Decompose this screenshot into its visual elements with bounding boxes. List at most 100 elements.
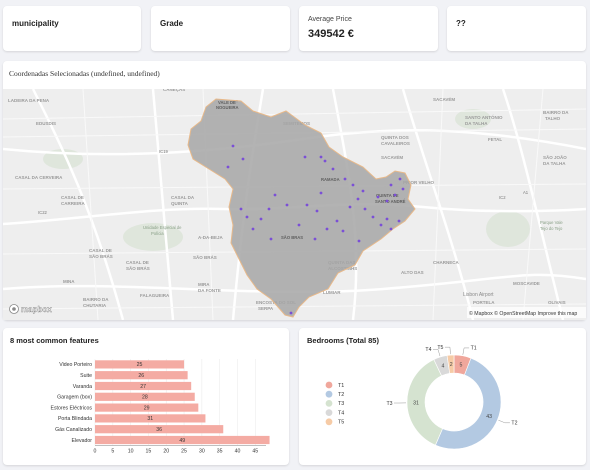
kpi-unknown-card: ?? xyxy=(447,6,586,51)
map-title: Coordenadas Selecionadas (undefined, und… xyxy=(9,69,160,78)
slice-category-label: T4 xyxy=(425,347,431,353)
svg-text:SÃO BRÁS: SÃO BRÁS xyxy=(193,254,217,260)
bar-value-label: 26 xyxy=(138,373,144,379)
svg-text:CASAL DE: CASAL DE xyxy=(89,248,112,253)
svg-text:CASAL DE: CASAL DE xyxy=(61,195,84,200)
slice-value-label: 2 xyxy=(450,362,453,368)
map-airport-label: Lisbon Airport xyxy=(463,292,494,298)
svg-text:MINA: MINA xyxy=(63,279,75,284)
svg-text:Unidade Especial de: Unidade Especial de xyxy=(143,225,182,230)
svg-text:SACAVÉM: SACAVÉM xyxy=(381,153,403,160)
svg-text:SÃO BRÁS: SÃO BRÁS xyxy=(89,253,113,259)
svg-text:SACAVÉM: SACAVÉM xyxy=(433,95,455,102)
map-view[interactable]: LADEIRA DA PENA EDUSDIS CASAL DECARREIRA… xyxy=(3,89,586,320)
svg-text:CHARNECA: CHARNECA xyxy=(433,260,460,265)
svg-text:A-DA-BEJA: A-DA-BEJA xyxy=(198,235,224,240)
x-tick-label: 40 xyxy=(235,448,241,454)
svg-text:TALHO: TALHO xyxy=(545,116,561,121)
kpi-grade-card: Grade xyxy=(151,6,290,51)
legend-swatch[interactable] xyxy=(325,390,333,398)
mapbox-logo-text: mapbox xyxy=(21,305,52,314)
svg-text:LUMIAR: LUMIAR xyxy=(323,290,341,295)
slice-leader-line xyxy=(462,347,470,355)
legend-label[interactable]: T4 xyxy=(338,410,344,416)
svg-text:OLIVAIS: OLIVAIS xyxy=(548,300,566,305)
average-price-value: 349542 € xyxy=(308,28,354,40)
slice-value-label: 43 xyxy=(486,414,492,420)
x-tick-label: 5 xyxy=(111,448,114,454)
svg-text:SÃO BRAS: SÃO BRAS xyxy=(281,235,303,240)
x-tick-label: 15 xyxy=(146,448,152,454)
svg-text:Polícia: Polícia xyxy=(151,231,164,236)
svg-text:MOSCAVIDE: MOSCAVIDE xyxy=(513,281,540,286)
legend-swatch[interactable] xyxy=(325,381,333,389)
category-label: Suite xyxy=(80,373,92,379)
average-price-label: Average Price xyxy=(308,16,352,23)
legend-label[interactable]: T3 xyxy=(338,401,344,407)
svg-text:MIRA: MIRA xyxy=(198,282,210,287)
kpi-average-price-card: Average Price 349542 € xyxy=(299,6,438,51)
svg-text:PORTELA: PORTELA xyxy=(473,300,495,305)
slice-category-label: T3 xyxy=(386,401,392,407)
svg-text:CANEÇAS: CANEÇAS xyxy=(163,89,185,92)
slice-value-label: 5 xyxy=(460,362,463,368)
svg-text:SANTO ANTÓNIO: SANTO ANTÓNIO xyxy=(465,113,503,120)
slice-category-label: T2 xyxy=(511,421,517,427)
bar-value-label: 36 xyxy=(156,427,162,433)
x-tick-label: 35 xyxy=(217,448,223,454)
svg-text:BAIRRO DA: BAIRRO DA xyxy=(83,297,109,302)
mapbox-logo[interactable]: mapbox xyxy=(9,304,53,315)
bedrooms-donut-chart: 5 T1 43 T2 31 T3 4 T4 2 T5 T1 T2 T3 T4 T5 xyxy=(325,345,518,450)
svg-text:CASAL DA CERVEIRA: CASAL DA CERVEIRA xyxy=(15,175,63,180)
legend-swatch[interactable] xyxy=(325,400,333,407)
slice-value-label: 4 xyxy=(441,363,444,369)
slice-category-label: T5 xyxy=(437,345,443,351)
map-attribution[interactable]: © Mapbox © OpenStreetMap Improve this ma… xyxy=(469,310,577,317)
bar-value-label: 29 xyxy=(144,405,150,411)
legend-swatch[interactable] xyxy=(325,409,333,416)
svg-text:DA TALHA: DA TALHA xyxy=(465,121,488,126)
x-tick-label: 30 xyxy=(199,448,205,454)
slice-category-label: T1 xyxy=(471,346,477,352)
svg-text:CHUTARIA: CHUTARIA xyxy=(83,303,107,308)
svg-text:DA FONTE: DA FONTE xyxy=(198,288,221,293)
municipality-label: municipality xyxy=(12,19,59,28)
svg-text:IC19: IC19 xyxy=(159,149,169,154)
svg-text:A1: A1 xyxy=(523,190,529,195)
slice-value-label: 31 xyxy=(413,401,419,407)
svg-text:SÃO JOÃO: SÃO JOÃO xyxy=(543,154,567,160)
x-tick-label: 25 xyxy=(181,448,187,454)
x-tick-label: 20 xyxy=(163,448,169,454)
legend-label[interactable]: T1 xyxy=(338,383,344,389)
svg-text:ALTO DAS: ALTO DAS xyxy=(401,270,424,275)
x-tick-label: 10 xyxy=(128,448,134,454)
x-tick-label: 45 xyxy=(252,448,258,454)
svg-text:IC22: IC22 xyxy=(38,210,48,215)
bar-value-label: 28 xyxy=(142,395,148,401)
category-label: Video Porteiro xyxy=(59,362,92,368)
unknown-label: ?? xyxy=(456,19,466,28)
bar-value-label: 31 xyxy=(147,416,153,422)
svg-text:Parque Vale: Parque Vale xyxy=(540,220,563,225)
legend-swatch[interactable] xyxy=(325,418,333,426)
svg-text:FETAL: FETAL xyxy=(488,137,502,142)
category-label: Gás Canalizado xyxy=(55,427,92,433)
svg-text:QUINTA DOS: QUINTA DOS xyxy=(381,135,409,140)
slice-leader-line xyxy=(444,346,451,355)
svg-text:LADEIRA DA PENA: LADEIRA DA PENA xyxy=(8,98,50,103)
bar-value-label: 27 xyxy=(140,384,146,390)
slice-leader-line xyxy=(498,419,510,424)
category-label: Garagem (box) xyxy=(57,395,92,401)
legend-label[interactable]: T2 xyxy=(338,392,344,398)
features-bar-chart: 0 5 10 15 20 25 30 35 40 45 Video Porteiro 25 Suite 2… xyxy=(50,359,270,454)
bar-value-label: 49 xyxy=(179,438,185,444)
grade-label: Grade xyxy=(160,19,184,28)
category-label: Varanda xyxy=(73,384,92,390)
category-label: Elevador xyxy=(72,438,93,444)
svg-text:IC2: IC2 xyxy=(499,195,506,200)
kpi-municipality-card: municipality xyxy=(3,6,141,51)
svg-text:NOGUEIRA: NOGUEIRA xyxy=(216,105,239,110)
svg-text:QUINTA: QUINTA xyxy=(171,201,189,206)
legend-label[interactable]: T5 xyxy=(338,420,344,426)
svg-text:SERPA: SERPA xyxy=(258,306,274,311)
